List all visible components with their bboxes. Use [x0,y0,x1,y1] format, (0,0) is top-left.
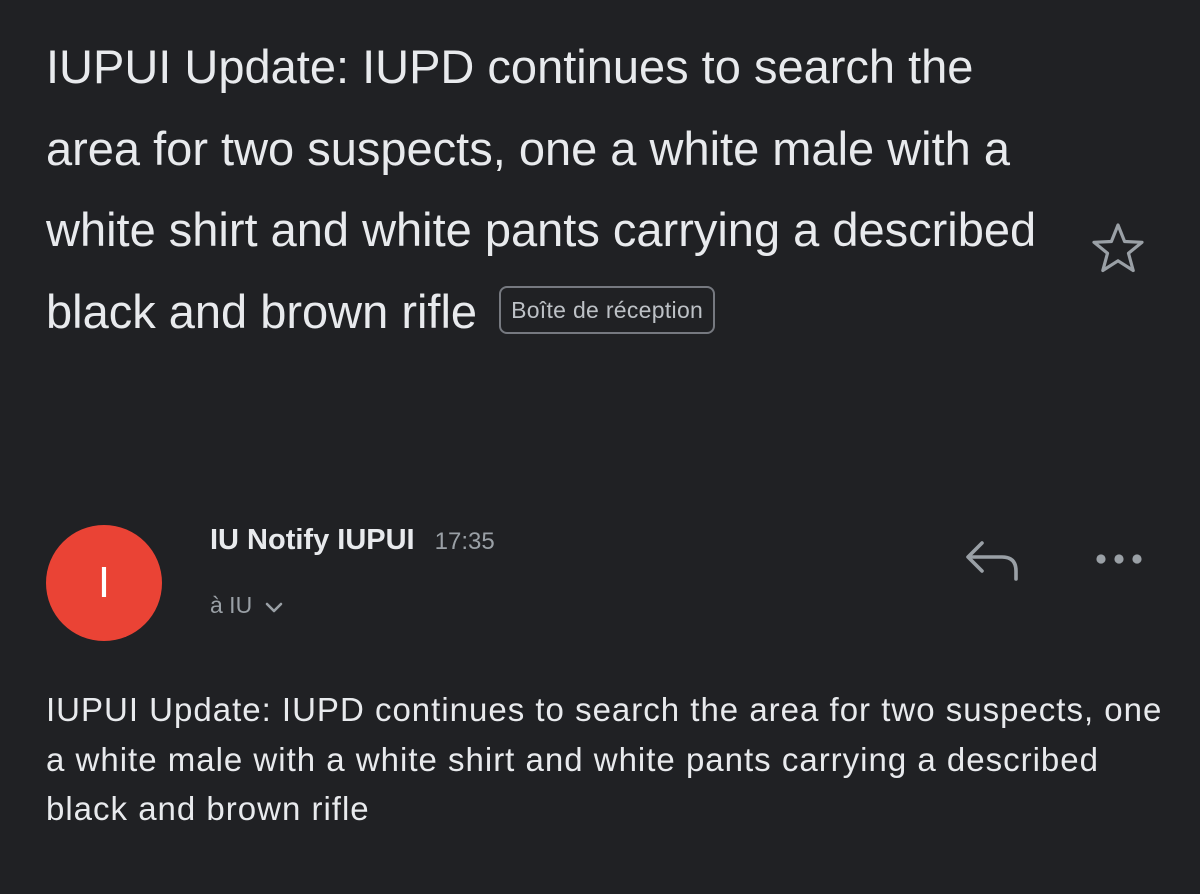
sender-avatar[interactable]: I [46,525,162,641]
star-button[interactable] [1090,222,1146,274]
email-body: IUPUI Update: IUPD continues to search t… [46,691,1163,827]
sent-time: 17:35 [434,528,495,555]
recipient-text: à IU [210,592,253,618]
sender-line: IU Notify IUPUI 17:35 [210,520,495,560]
subject-block: IUPUI Update: IUPD continues to search t… [46,26,1056,352]
reply-button[interactable] [962,535,1022,585]
chevron-down-icon [265,602,283,613]
more-horizontal-icon [1096,554,1142,564]
recipient-details-toggle[interactable]: à IU [210,588,286,622]
inbox-label-chip[interactable]: Boîte de réception [499,285,716,334]
email-subject: IUPUI Update: IUPD continues to search t… [46,26,1056,352]
more-options-button[interactable] [1092,545,1146,573]
star-outline-icon [1092,223,1144,273]
sender-name[interactable]: IU Notify IUPUI [210,524,415,556]
reply-icon [966,541,1018,581]
